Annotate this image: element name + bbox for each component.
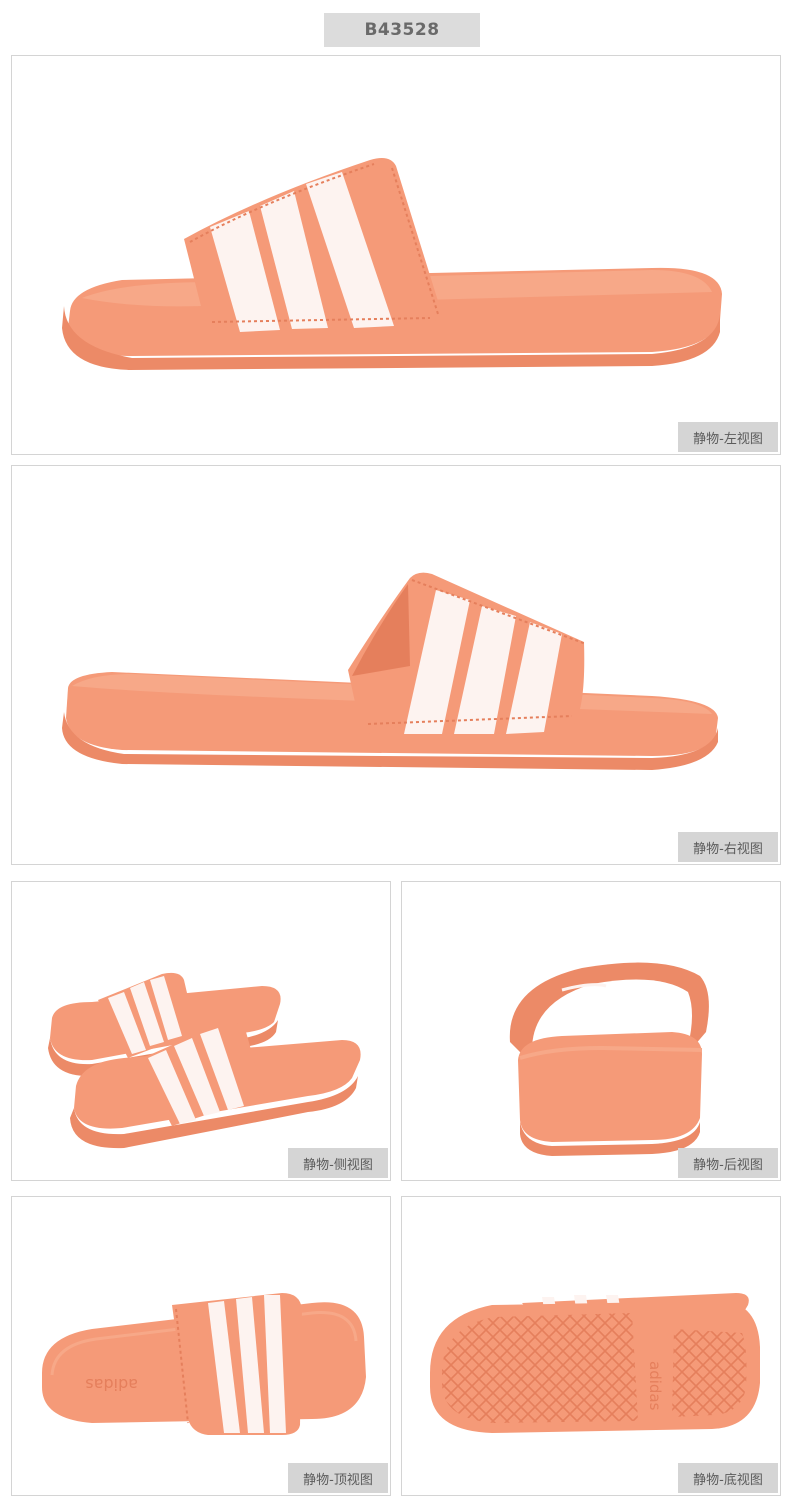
slide-right-view-image: [62, 572, 718, 770]
product-code-badge: B43528: [324, 13, 480, 47]
view-caption: 静物-左视图: [678, 422, 778, 452]
view-caption: 静物-底视图: [678, 1463, 778, 1493]
slide-top-view-image: adidas: [42, 1293, 366, 1435]
slide-bottom-view-image: adidas: [430, 1293, 760, 1433]
view-panel-left[interactable]: 静物-左视图: [11, 55, 781, 455]
view-panel-side[interactable]: 静物-侧视图: [11, 881, 391, 1181]
view-caption: 静物-右视图: [678, 832, 778, 862]
brand-mark-outsole: adidas: [646, 1361, 664, 1411]
view-panel-right[interactable]: 静物-右视图: [11, 465, 781, 865]
product-code: B43528: [364, 20, 440, 40]
view-panel-back[interactable]: 静物-后视图: [401, 881, 781, 1181]
view-caption: 静物-侧视图: [288, 1148, 388, 1178]
view-panel-top[interactable]: adidas 静物-顶视图: [11, 1196, 391, 1496]
view-panel-bottom[interactable]: adidas 静物-底视图: [401, 1196, 781, 1496]
slide-back-view-image: [509, 962, 709, 1156]
brand-mark-top: adidas: [85, 1375, 138, 1394]
view-caption: 静物-顶视图: [288, 1463, 388, 1493]
slide-left-view-image: [62, 158, 722, 370]
view-caption: 静物-后视图: [678, 1148, 778, 1178]
slide-pair-side-view-image: [48, 972, 361, 1149]
